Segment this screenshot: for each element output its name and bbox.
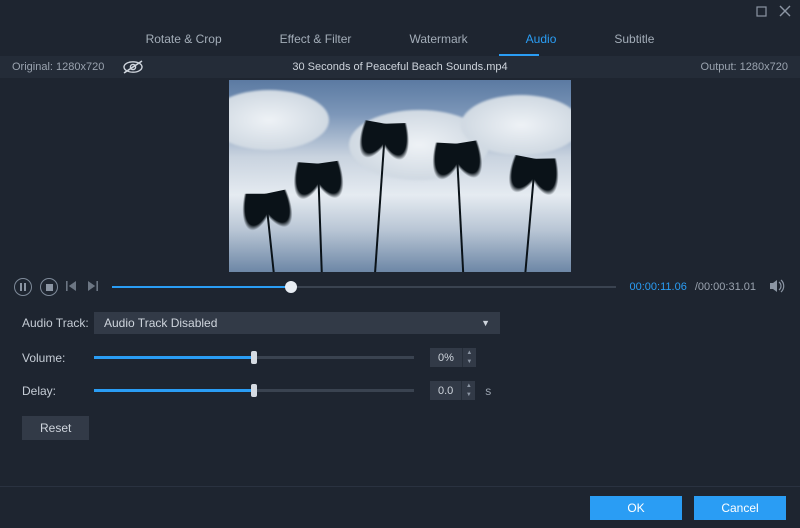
tab-watermark[interactable]: Watermark [405,24,471,54]
delay-value-stepper[interactable]: 0.0 ▲▼ [430,381,475,400]
volume-value-stepper[interactable]: 0% ▲▼ [430,348,476,367]
audio-track-label: Audio Track: [22,316,94,330]
tab-effect-filter[interactable]: Effect & Filter [276,24,356,54]
ok-button[interactable]: OK [590,496,682,520]
delay-slider[interactable] [94,389,414,392]
info-bar: Original: 1280x720 30 Seconds of Peacefu… [0,56,800,78]
delay-value: 0.0 [430,385,461,397]
audio-track-value: Audio Track Disabled [104,316,217,330]
timeline-slider[interactable] [112,286,616,288]
video-preview [229,80,571,272]
player-bar: 00:00:11.06/00:00:31.01 [0,272,800,304]
play-pause-button[interactable] [14,278,32,296]
audio-controls: Audio Track: Audio Track Disabled ▼ Volu… [0,304,800,440]
duration-label: /00:00:31.01 [695,281,756,293]
footer-bar: OK Cancel [0,486,800,528]
delay-step-up[interactable]: ▲ [462,381,475,391]
tab-bar: Rotate & Crop Effect & Filter Watermark … [0,22,800,56]
output-resolution-label: Output: 1280x720 [701,61,788,73]
chevron-down-icon: ▼ [481,318,490,328]
next-frame-button[interactable] [86,281,98,294]
tab-rotate-crop[interactable]: Rotate & Crop [142,24,226,54]
preview-toggle-icon[interactable] [122,60,142,74]
delay-unit-label: s [485,384,491,398]
volume-icon[interactable] [770,279,786,296]
maximize-icon[interactable] [754,4,768,18]
reset-button[interactable]: Reset [22,416,89,440]
prev-frame-button[interactable] [66,281,78,294]
delay-label: Delay: [22,384,94,398]
delay-step-down[interactable]: ▼ [462,391,475,401]
original-resolution-label: Original: 1280x720 [12,61,104,73]
cancel-button[interactable]: Cancel [694,496,786,520]
tab-subtitle[interactable]: Subtitle [610,24,658,54]
volume-step-down[interactable]: ▼ [463,358,476,368]
titlebar [0,0,800,22]
volume-slider[interactable] [94,356,414,359]
close-icon[interactable] [778,4,792,18]
volume-value: 0% [430,352,462,364]
volume-step-up[interactable]: ▲ [463,348,476,358]
tab-audio[interactable]: Audio [522,24,561,54]
stop-button[interactable] [40,278,58,296]
current-time-label: 00:00:11.06 [630,281,687,293]
volume-label: Volume: [22,351,94,365]
audio-track-select[interactable]: Audio Track Disabled ▼ [94,312,500,334]
